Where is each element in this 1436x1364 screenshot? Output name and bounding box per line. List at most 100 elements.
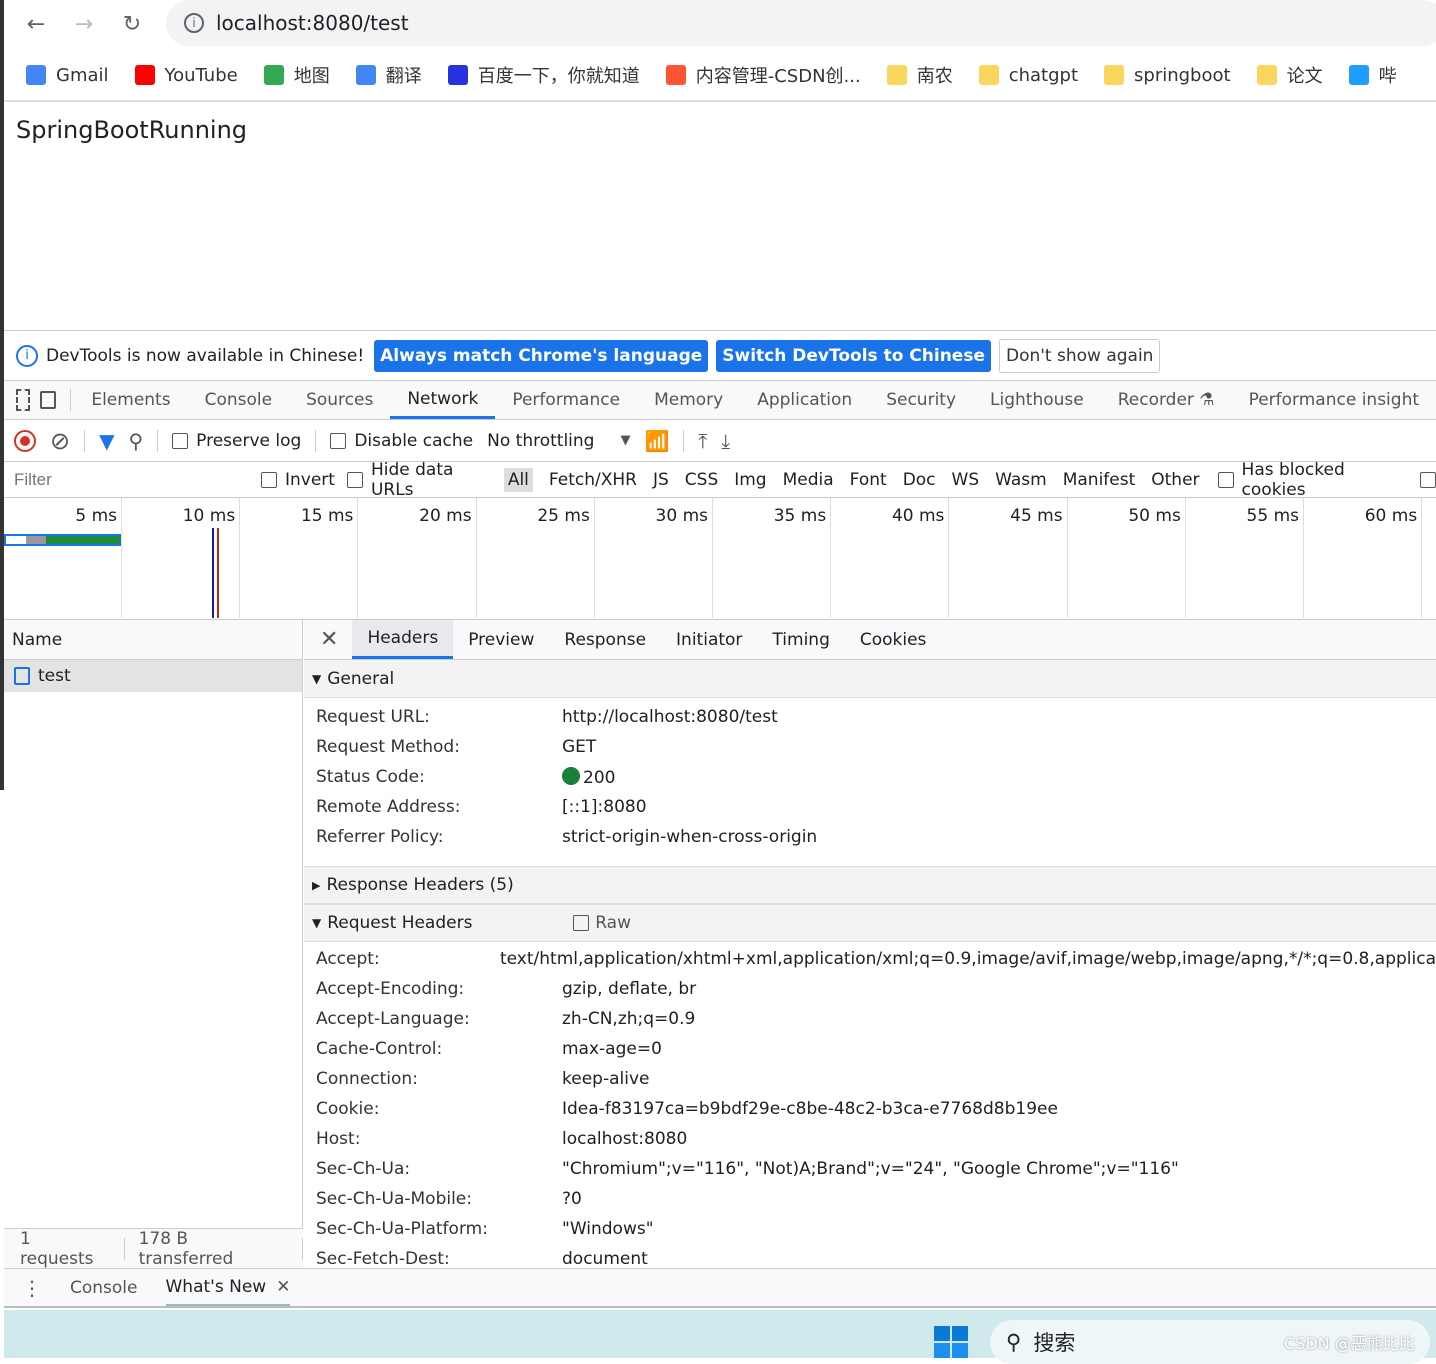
timeline-tick-label: 45 ms: [950, 498, 1068, 618]
filter-type-other[interactable]: Other: [1151, 470, 1199, 490]
network-conditions-icon[interactable]: 📶: [644, 429, 669, 453]
timeline-tick-label: 50 ms: [1068, 498, 1186, 618]
tab-performance[interactable]: Performance: [495, 381, 637, 419]
triangle-down-icon: ▼: [312, 916, 322, 930]
header-value-text: GET: [562, 737, 597, 757]
bookmark-item[interactable]: springboot: [1104, 65, 1231, 86]
filter-type-media[interactable]: Media: [783, 470, 834, 490]
invert-checkbox[interactable]: Invert: [260, 470, 335, 490]
bookmark-label: 内容管理-CSDN创...: [695, 66, 861, 87]
filter-type-all[interactable]: All: [503, 467, 533, 492]
reload-button[interactable]: ↻: [114, 6, 150, 42]
close-icon[interactable]: ✕: [320, 627, 338, 652]
filter-type-wasm[interactable]: Wasm: [995, 470, 1047, 490]
header-value-text: strict-origin-when-cross-origin: [562, 827, 818, 847]
tab-elements[interactable]: Elements: [74, 381, 187, 419]
general-section-header[interactable]: ▼ General: [304, 660, 1436, 698]
hide-data-urls-checkbox[interactable]: Hide data URLs: [346, 460, 492, 500]
filter-type-img[interactable]: Img: [734, 470, 766, 490]
close-icon[interactable]: ✕: [276, 1277, 290, 1297]
drawer-tab-console[interactable]: Console: [70, 1278, 138, 1298]
match-language-button[interactable]: Always match Chrome's language: [374, 339, 709, 372]
blocked-requests-checkbox[interactable]: [1420, 471, 1436, 488]
inspect-icon[interactable]: [16, 389, 31, 411]
search-icon[interactable]: ⚲: [129, 429, 144, 453]
bookmark-item[interactable]: Gmail: [26, 65, 109, 86]
tab-console[interactable]: Console: [188, 381, 290, 419]
filter-type-doc[interactable]: Doc: [903, 470, 936, 490]
header-value: 200: [562, 766, 615, 788]
bookmark-icon: [1348, 65, 1369, 85]
bookmarks-bar: Gmail YouTube 地图 翻译 百度一下，你就知道 内容管理-CSDN创... 南农…: [4, 50, 1436, 102]
tab-security[interactable]: Security: [869, 381, 973, 419]
switch-chinese-button[interactable]: Switch DevTools to Chinese: [716, 339, 991, 372]
more-icon[interactable]: ⋮: [22, 1276, 42, 1300]
header-row: Sec-Fetch-Dest: document: [304, 1244, 1436, 1268]
detail-tab-response[interactable]: Response: [549, 620, 661, 659]
url-text: localhost:8080/test: [216, 11, 409, 35]
response-headers-title: Response Headers (5): [326, 875, 514, 895]
bookmark-icon: [978, 65, 999, 85]
disable-cache-checkbox[interactable]: Disable cache: [330, 431, 473, 451]
filter-type-font[interactable]: Font: [850, 470, 887, 490]
bookmark-icon: [26, 65, 46, 85]
bookmark-item[interactable]: 地图: [263, 62, 330, 88]
tab-performance-insight[interactable]: Performance insight: [1232, 381, 1436, 419]
bookmark-item[interactable]: chatgpt: [978, 65, 1078, 86]
throttling-select[interactable]: No throttling ▼: [487, 431, 630, 451]
tab-network[interactable]: Network: [390, 381, 496, 419]
timeline-tick-label: 35 ms: [713, 498, 832, 618]
timeline-tick-label: 40 ms: [831, 498, 950, 618]
detail-tab-headers[interactable]: Headers: [352, 620, 454, 659]
record-stop-icon[interactable]: [14, 429, 36, 452]
request-row[interactable]: test: [4, 660, 302, 692]
clear-icon[interactable]: ⊘: [50, 427, 70, 455]
tab-application[interactable]: Application: [740, 381, 869, 419]
bookmark-item[interactable]: 哔: [1348, 62, 1397, 88]
upload-icon[interactable]: ⤒: [698, 429, 707, 453]
detail-tab-initiator[interactable]: Initiator: [661, 620, 757, 659]
bookmark-item[interactable]: 内容管理-CSDN创...: [665, 62, 861, 88]
tab-memory[interactable]: Memory: [637, 381, 740, 419]
detail-tab-cookies[interactable]: Cookies: [845, 620, 942, 659]
filter-type-fetch-xhr[interactable]: Fetch/XHR: [549, 470, 637, 490]
bookmark-item[interactable]: YouTube: [134, 65, 238, 86]
header-value: keep-alive: [562, 1069, 649, 1089]
back-button[interactable]: ←: [18, 6, 54, 42]
dont-show-again-button[interactable]: Don't show again: [998, 338, 1161, 373]
header-name: Sec-Ch-Ua-Mobile:: [316, 1189, 472, 1209]
tab-sources[interactable]: Sources: [289, 381, 390, 419]
filter-type-css[interactable]: CSS: [685, 470, 718, 490]
page-content: SpringBootRunning: [16, 116, 248, 144]
windows-start-icon[interactable]: [934, 1326, 968, 1358]
header-value: text/html,application/xhtml+xml,applicat…: [500, 949, 1436, 969]
tab-lighthouse[interactable]: Lighthouse: [973, 381, 1101, 419]
bookmark-item[interactable]: 百度一下，你就知道: [447, 62, 640, 88]
tab-recorder-[interactable]: Recorder ⚗: [1101, 381, 1232, 419]
address-bar[interactable]: i localhost:8080/test: [166, 0, 1436, 46]
header-name: Accept-Language:: [316, 1009, 470, 1029]
header-name: Accept:: [316, 949, 380, 969]
filter-input[interactable]: [10, 465, 241, 494]
response-headers-section[interactable]: ▶ Response Headers (5): [304, 866, 1436, 904]
bookmark-item[interactable]: 南农: [886, 62, 953, 88]
forward-button[interactable]: →: [66, 6, 102, 42]
preserve-log-checkbox[interactable]: Preserve log: [172, 431, 301, 451]
filter-type-manifest[interactable]: Manifest: [1063, 470, 1136, 490]
blocked-cookies-checkbox[interactable]: Has blocked cookies: [1217, 460, 1402, 500]
detail-tab-timing[interactable]: Timing: [757, 620, 844, 659]
network-overview-timeline[interactable]: 5 ms 10 ms 15 ms 20 ms 25 ms 30 ms 35 ms 40 ms 4…: [4, 498, 1436, 620]
download-icon[interactable]: ⤓: [721, 429, 730, 453]
detail-tab-preview[interactable]: Preview: [453, 620, 549, 659]
raw-checkbox[interactable]: Raw: [573, 913, 631, 933]
filter-icon[interactable]: ▼: [99, 429, 114, 453]
bookmark-item[interactable]: 翻译: [355, 62, 422, 88]
request-headers-section[interactable]: ▼ Request Headers Raw: [304, 904, 1436, 942]
bookmark-item[interactable]: 论文: [1256, 62, 1323, 88]
name-column-header[interactable]: Name: [4, 620, 302, 660]
drawer-tab-whats-new[interactable]: What's New ✕: [165, 1269, 291, 1306]
filter-type-js[interactable]: JS: [653, 470, 669, 490]
header-row: Sec-Ch-Ua-Platform: "Windows": [304, 1214, 1436, 1244]
filter-type-ws[interactable]: WS: [952, 470, 980, 490]
device-toolbar-icon[interactable]: [40, 391, 56, 409]
